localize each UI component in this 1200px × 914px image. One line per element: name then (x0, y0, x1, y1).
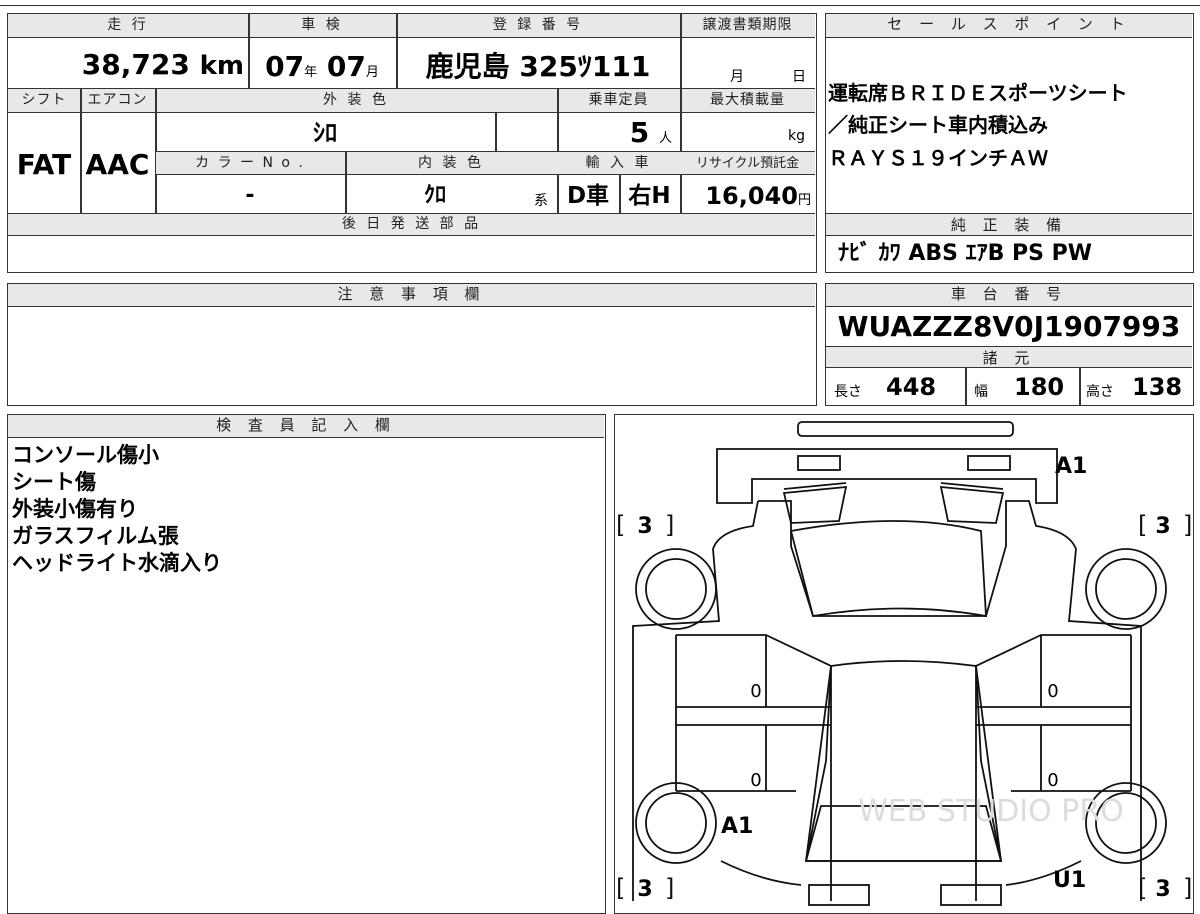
sales-point-line-2: ／純正シート車内積込み (828, 113, 1048, 137)
transfer-month-unit: 月 (730, 69, 744, 85)
recycle-label: リサイクル預託金 (695, 156, 800, 171)
color-no-label: カ ラ ー N o . (195, 155, 305, 171)
door-right-front: 0 (1047, 681, 1058, 702)
exterior-color-label: 外 装 色 (323, 92, 389, 108)
watermark: WEB STUDIO PRO (858, 794, 1124, 829)
width-label: 幅 (974, 384, 988, 400)
capacity-label: 乗車定員 (588, 92, 649, 108)
transfer-day-unit: 日 (792, 69, 806, 85)
tire-bracket-left: [ (616, 511, 625, 539)
aircon-value: AAC (85, 148, 150, 181)
divider (680, 14, 682, 88)
divider (965, 368, 967, 405)
max-load-unit: kg (788, 128, 805, 144)
tire-rear-left: 3 (637, 877, 652, 902)
chassis-label: 車 台 番 号 (826, 284, 1192, 307)
inspector-label: 検 査 員 記 入 欄 (8, 415, 604, 438)
interior-color-suffix: 系 (534, 193, 548, 209)
mark-rear-left: A1 (721, 814, 753, 839)
width-value: 180 (1014, 373, 1065, 401)
mark-front-right: A1 (1055, 454, 1087, 479)
capacity-unit: 人 (658, 131, 672, 146)
tire-rear-right: 3 (1155, 877, 1170, 902)
import-label: 輸 入 車 (585, 155, 652, 171)
inspector-note-3: 外装小傷有り (12, 497, 138, 521)
tire-front-left: 3 (637, 514, 652, 539)
vehicle-info-table: 走 行 車 検 登 録 番 号 譲渡書類期限 38,723 km 07年 07月… (7, 13, 817, 273)
door-left-front: 0 (750, 681, 761, 702)
shift-value: FAT (16, 148, 72, 181)
inspection-year-unit: 年 (304, 65, 318, 80)
door-left-rear: 0 (750, 770, 761, 791)
registration-label: 登 録 番 号 (492, 17, 584, 33)
tire-front-right: 3 (1155, 514, 1170, 539)
divider (1079, 368, 1081, 405)
inspection-month: 07 (326, 50, 366, 83)
equipment-label: 純 正 装 備 (826, 214, 1192, 236)
mileage-number: 38,723 (81, 48, 190, 81)
registration-value: 鹿児島 325ﾂ111 (425, 50, 651, 83)
sales-points-label: セ ー ル ス ポ イ ン ト (826, 14, 1192, 38)
capacity-number: 5 (629, 116, 650, 149)
equipment-value: ﾅﾋﾞ ｶﾜ ABS ｴｱB PS PW (838, 241, 1093, 266)
max-load-label: 最大積載量 (710, 92, 785, 108)
divider (495, 113, 497, 151)
recycle-number: 16,040 (705, 182, 798, 210)
length-value: 448 (886, 373, 937, 401)
inspector-note-5: ヘッドライト水滴入り (12, 551, 222, 575)
tire-bracket-left: ] (665, 511, 674, 539)
exterior-color-value: ｼﾛ (313, 119, 337, 147)
mileage-value: 38,723 km (8, 46, 244, 85)
door-right-rear: 0 (1047, 770, 1058, 791)
car-diagram-box: WEB STUDIO PRO [ 3 ] [ 3 ] [ 3 ] [ 3 ] A… (614, 414, 1194, 914)
mark-rear-right: U1 (1053, 868, 1086, 893)
inspection-value: 07年 07月 (248, 48, 396, 92)
top-cut-strip (0, 0, 1200, 6)
car-diagram: WEB STUDIO PRO [ 3 ] [ 3 ] [ 3 ] [ 3 ] A… (616, 421, 1192, 906)
tire-bracket-left: ] (665, 874, 674, 902)
inspector-note-4: ガラスフィルム張 (12, 524, 179, 548)
tire-bracket-left: [ (616, 874, 625, 902)
inspector-note-1: コンソール傷小 (12, 443, 159, 467)
mileage-label: 走 行 (107, 17, 149, 33)
length-label: 長さ (834, 384, 862, 400)
inspector-note-2: シート傷 (12, 470, 96, 494)
tire-bracket-right: [ (1138, 874, 1147, 902)
later-parts-label: 後 日 発 送 部 品 (341, 216, 482, 232)
mileage-unit: km (199, 51, 244, 81)
tire-bracket-right: [ (1138, 511, 1147, 539)
chassis-value: WUAZZZ8V0J1907993 (837, 310, 1181, 343)
interior-color-label: 内 装 色 (418, 155, 484, 171)
aircon-label: エアコン (87, 92, 148, 108)
inspection-month-unit: 月 (365, 65, 379, 80)
sales-points-box: セ ー ル ス ポ イ ン ト 運転席ＢＲＩＤＥスポーツシート ／純正シート車内… (825, 13, 1194, 273)
color-no-value: - (245, 183, 255, 208)
shift-label: シフト (21, 92, 67, 108)
tire-bracket-right: ] (1183, 874, 1192, 902)
recycle-unit: 円 (797, 193, 811, 208)
interior-color-value: ｸﾛ (423, 183, 446, 208)
height-label: 高さ (1086, 384, 1114, 400)
chassis-box: 車 台 番 号 WUAZZZ8V0J1907993 諸 元 長さ 448 幅 1… (825, 283, 1194, 406)
tire-bracket-right: ] (1183, 511, 1192, 539)
inspection-label: 車 検 (301, 17, 343, 33)
transfer-deadline-label: 譲渡書類期限 (702, 17, 793, 33)
import-handle-value: 右H (628, 183, 671, 209)
caution-box: 注 意 事 項 欄 (7, 283, 817, 406)
height-value: 138 (1132, 373, 1183, 401)
inspection-year: 07 (265, 50, 305, 83)
specs-label: 諸 元 (826, 346, 1192, 368)
import-drive-value: D車 (566, 183, 610, 209)
inspector-box: 検 査 員 記 入 欄 コンソール傷小 シート傷 外装小傷有り ガラスフィルム張… (7, 414, 606, 914)
sales-point-line-3: ＲＡＹＳ１９インチＡＷ (828, 146, 1048, 170)
caution-label: 注 意 事 項 欄 (8, 284, 815, 307)
sales-point-line-1: 運転席ＢＲＩＤＥスポーツシート (828, 81, 1128, 105)
